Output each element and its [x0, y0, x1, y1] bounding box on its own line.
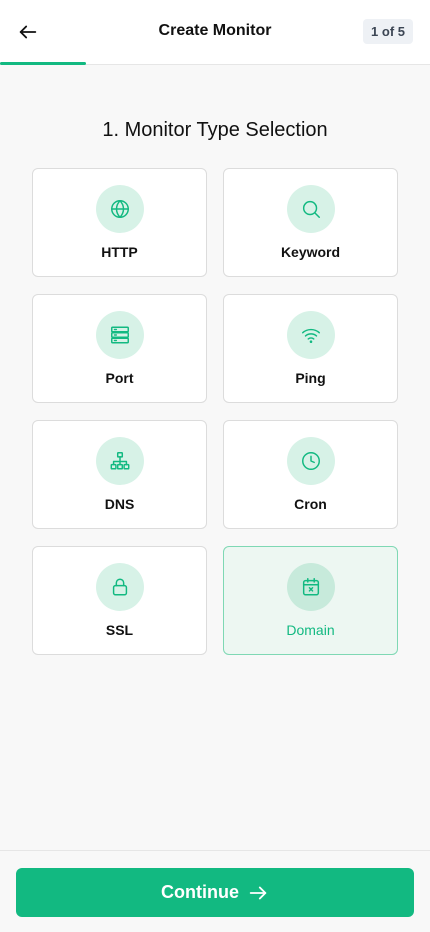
search-icon [286, 185, 335, 233]
monitor-type-cron[interactable]: Cron [223, 420, 398, 529]
monitor-type-label: Domain [286, 622, 335, 638]
continue-label: Continue [161, 882, 239, 902]
monitor-type-ping[interactable]: Ping [223, 294, 398, 403]
step-badge: 1 of 5 [363, 19, 413, 44]
globe-icon [95, 185, 144, 233]
monitor-type-label: Port [105, 370, 134, 386]
lock-icon [95, 563, 144, 611]
monitor-type-label: HTTP [101, 244, 138, 260]
wifi-icon [286, 311, 335, 359]
progress-fill [0, 62, 86, 65]
monitor-type-dns[interactable]: DNS [32, 420, 207, 529]
continue-button[interactable]: Continue [16, 868, 414, 917]
header: Create Monitor 1 of 5 [0, 0, 430, 65]
footer: Continue [0, 850, 430, 932]
monitor-type-domain[interactable]: Domain [223, 546, 398, 655]
monitor-type-keyword[interactable]: Keyword [223, 168, 398, 277]
monitor-type-http[interactable]: HTTP [32, 168, 207, 277]
monitor-type-port[interactable]: Port [32, 294, 207, 403]
network-icon [95, 437, 144, 485]
monitor-type-label: DNS [104, 496, 135, 512]
monitor-type-label: Cron [294, 496, 327, 512]
progress-bar [0, 62, 430, 65]
calendar-x-icon [286, 563, 335, 611]
clock-icon [286, 437, 335, 485]
section-title: 1. Monitor Type Selection [102, 119, 328, 141]
monitor-type-label: Ping [295, 370, 326, 386]
monitor-type-label: Keyword [280, 244, 341, 260]
monitor-type-ssl[interactable]: SSL [32, 546, 207, 655]
monitor-type-label: SSL [105, 622, 134, 638]
server-icon [95, 311, 144, 359]
monitor-type-grid: HTTP Keyword Port Ping DNS Cron SSL Doma… [32, 168, 398, 655]
arrow-right-icon [249, 886, 267, 899]
